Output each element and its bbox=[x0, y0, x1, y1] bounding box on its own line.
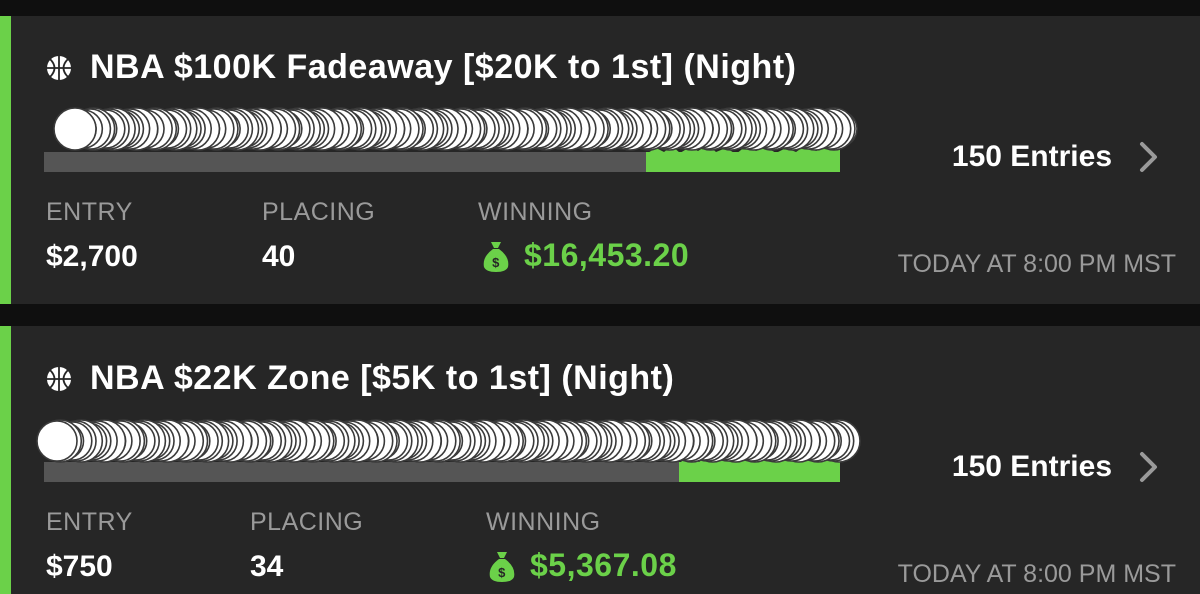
winning-label: WINNING bbox=[486, 508, 601, 536]
winning-range-fill bbox=[646, 145, 840, 172]
placing-value: 40 bbox=[262, 240, 296, 273]
avatar bbox=[36, 420, 78, 462]
contest-card[interactable]: NBA $22K Zone [$5K to 1st] (Night) 150 E… bbox=[0, 326, 1200, 594]
entries-button[interactable]: 150 Entries bbox=[952, 450, 1160, 484]
card-accent-bar bbox=[0, 16, 11, 304]
entries-count: 150 Entries bbox=[951, 140, 1112, 173]
winning-amount: $ $5,367.08 bbox=[488, 547, 677, 584]
progress-track bbox=[44, 145, 840, 172]
contest-title: NBA $100K Fadeaway [$20K to 1st] (Night) bbox=[90, 48, 797, 86]
basketball-icon bbox=[47, 55, 71, 80]
money-bag-icon: $ bbox=[489, 551, 515, 582]
winning-value: $16,453.20 bbox=[524, 237, 690, 273]
chevron-right-icon bbox=[1140, 142, 1157, 172]
entry-avatars-strip bbox=[30, 418, 864, 464]
entries-button[interactable]: 150 Entries bbox=[952, 140, 1160, 174]
chevron-right-icon bbox=[1140, 452, 1157, 482]
placing-value: 34 bbox=[250, 550, 284, 583]
contest-start-time: TODAY AT 8:00 PM MST bbox=[897, 560, 1176, 588]
basketball-icon bbox=[47, 366, 71, 391]
svg-text:$: $ bbox=[498, 565, 506, 580]
contest-start-time: TODAY AT 8:00 PM MST bbox=[897, 250, 1176, 278]
contest-card[interactable]: NBA $100K Fadeaway [$20K to 1st] (Night)… bbox=[0, 16, 1200, 304]
winning-amount: $ $16,453.20 bbox=[482, 237, 689, 274]
card-accent-bar bbox=[0, 326, 11, 594]
placing-label: PLACING bbox=[262, 198, 376, 226]
money-bag-icon: $ bbox=[483, 241, 509, 272]
entry-label: ENTRY bbox=[46, 508, 133, 536]
entry-value: $750 bbox=[46, 550, 113, 583]
winning-range-fill bbox=[679, 455, 840, 482]
contest-title: NBA $22K Zone [$5K to 1st] (Night) bbox=[90, 359, 675, 397]
entries-count: 150 Entries bbox=[951, 450, 1112, 483]
progress-track bbox=[44, 455, 840, 482]
placing-label: PLACING bbox=[250, 508, 364, 536]
contest-title-row: NBA $100K Fadeaway [$20K to 1st] (Night) bbox=[46, 48, 796, 87]
avatar bbox=[53, 107, 97, 151]
entry-avatars-strip bbox=[48, 106, 864, 152]
svg-text:$: $ bbox=[492, 255, 500, 270]
contest-title-row: NBA $22K Zone [$5K to 1st] (Night) bbox=[46, 359, 674, 398]
winning-label: WINNING bbox=[478, 198, 593, 226]
entry-label: ENTRY bbox=[46, 198, 133, 226]
entry-value: $2,700 bbox=[46, 240, 138, 273]
winning-value: $5,367.08 bbox=[530, 547, 677, 583]
